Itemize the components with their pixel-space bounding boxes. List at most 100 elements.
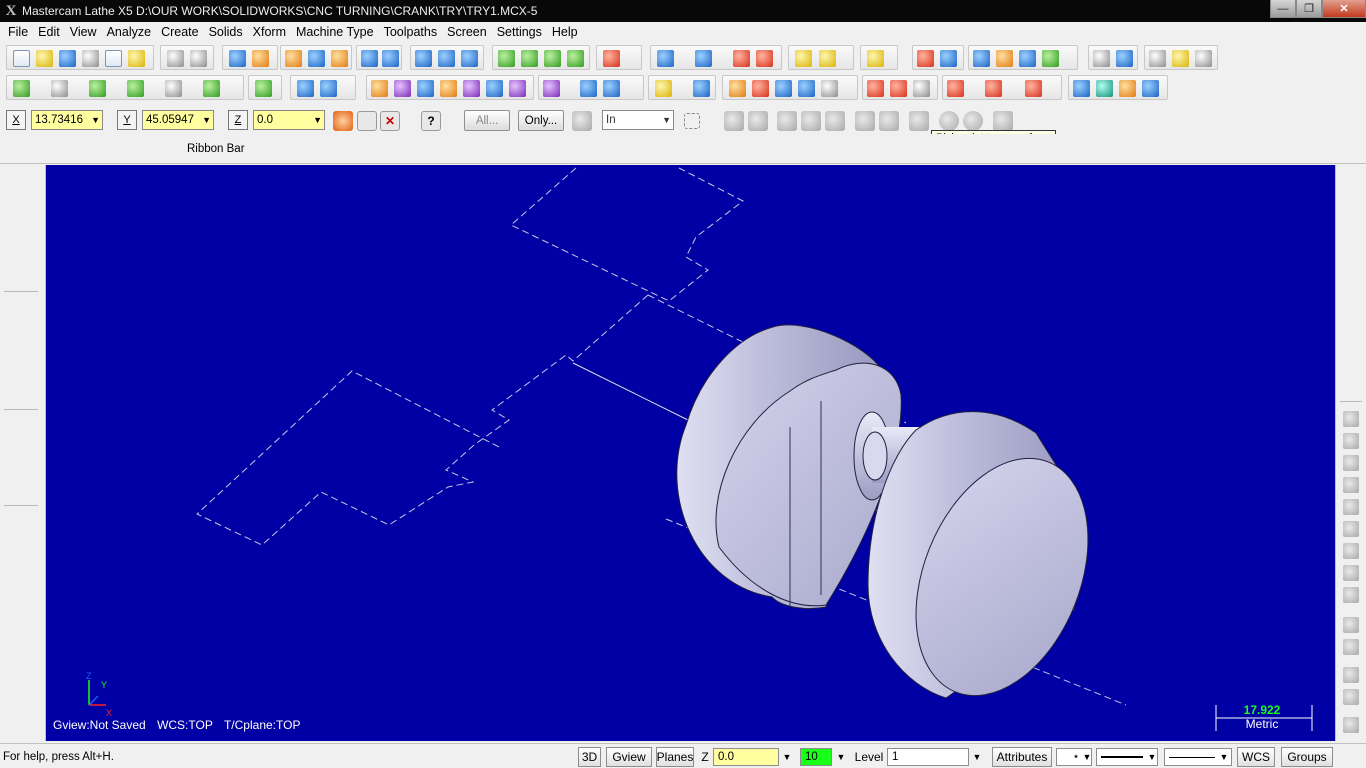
fillet-solid-icon[interactable] xyxy=(6,269,22,285)
move-face-icon[interactable] xyxy=(6,461,22,477)
print-icon[interactable] xyxy=(82,50,99,67)
backplot-icon[interactable] xyxy=(996,50,1013,67)
extrude-icon[interactable] xyxy=(6,181,22,197)
ruler-icon[interactable] xyxy=(819,50,836,67)
z-lock-button[interactable]: Z xyxy=(228,110,248,130)
solid-layout-icon[interactable] xyxy=(6,483,22,499)
crank-disc-solid[interactable] xyxy=(867,411,1121,722)
fast-point-icon[interactable] xyxy=(357,111,377,131)
groups-button[interactable]: Groups xyxy=(1281,747,1333,767)
sphere-icon[interactable] xyxy=(695,50,712,67)
note-icon[interactable] xyxy=(693,80,710,97)
trophy-icon[interactable] xyxy=(128,50,145,67)
point-icon[interactable] xyxy=(13,80,30,97)
gview-button[interactable]: Gview xyxy=(606,747,652,767)
operation-9-icon[interactable] xyxy=(1343,587,1359,603)
close-button[interactable]: ✕ xyxy=(1322,0,1366,18)
menu-create[interactable]: Create xyxy=(156,22,204,42)
fillet-icon[interactable] xyxy=(127,80,144,97)
compass-icon[interactable] xyxy=(1142,80,1159,97)
attributes-button[interactable]: Attributes xyxy=(992,747,1052,767)
level-input[interactable]: 1 xyxy=(887,748,969,766)
verify-icon[interactable] xyxy=(1073,80,1090,97)
hidden-cube-icon[interactable] xyxy=(521,50,538,67)
stock-icon[interactable] xyxy=(867,80,884,97)
menu-machine-type[interactable]: Machine Type xyxy=(291,22,379,42)
operation-1-icon[interactable] xyxy=(1343,411,1359,427)
measure-icon[interactable] xyxy=(1343,289,1359,305)
circle-icon[interactable] xyxy=(89,80,106,97)
pencil-icon[interactable] xyxy=(795,50,812,67)
post-icon[interactable] xyxy=(1119,80,1136,97)
tool-icon[interactable] xyxy=(867,50,884,67)
view-front-icon[interactable] xyxy=(438,50,455,67)
open-file-icon[interactable] xyxy=(36,50,53,67)
operation-5-icon[interactable] xyxy=(1343,499,1359,515)
solid-back-icon[interactable] xyxy=(825,111,845,131)
trim-icon[interactable] xyxy=(297,80,314,97)
fit-icon[interactable] xyxy=(285,50,302,67)
monitor-icon[interactable] xyxy=(1116,50,1133,67)
remove-faces-icon[interactable] xyxy=(6,439,22,455)
check-icon[interactable] xyxy=(909,111,929,131)
lathe-tool-icon[interactable] xyxy=(1149,50,1166,67)
select-all-button[interactable]: All... xyxy=(464,110,510,131)
print-preview-icon[interactable] xyxy=(105,50,122,67)
operation-12-icon[interactable] xyxy=(1343,667,1359,683)
boolean-add-icon[interactable] xyxy=(6,321,22,337)
y-lock-button[interactable]: Y xyxy=(117,110,137,130)
revolve-icon[interactable] xyxy=(6,203,22,219)
ok-icon[interactable] xyxy=(963,111,983,131)
operation-2-icon[interactable] xyxy=(1343,433,1359,449)
selection-settings-icon[interactable] xyxy=(572,111,592,131)
verify-selection-icon[interactable] xyxy=(855,111,875,131)
operation-13-icon[interactable] xyxy=(1343,689,1359,705)
repaint-icon[interactable] xyxy=(252,50,269,67)
simulate-icon[interactable] xyxy=(1096,80,1113,97)
viewport-canvas[interactable]: Z Y X xyxy=(46,165,1335,741)
stretch-icon[interactable] xyxy=(543,80,560,97)
rough-icon[interactable] xyxy=(947,80,964,97)
cancel-icon[interactable] xyxy=(939,111,959,131)
operation-8-icon[interactable] xyxy=(1343,565,1359,581)
tip-icon[interactable] xyxy=(1172,50,1189,67)
menu-file[interactable]: File xyxy=(3,22,33,42)
operation-10-icon[interactable] xyxy=(1343,617,1359,633)
shaded-icon[interactable] xyxy=(1343,333,1359,349)
globe-icon[interactable] xyxy=(657,50,674,67)
drill-icon[interactable] xyxy=(1025,80,1042,97)
menu-edit[interactable]: Edit xyxy=(33,22,65,42)
operations-icon[interactable] xyxy=(1042,50,1059,67)
menu-xform[interactable]: Xform xyxy=(248,22,291,42)
dimension-icon[interactable] xyxy=(655,80,672,97)
red-sphere-icon[interactable] xyxy=(1343,355,1359,371)
autocursor-icon[interactable] xyxy=(333,111,353,131)
toolpath-icon[interactable] xyxy=(973,50,990,67)
rectangle-icon[interactable] xyxy=(165,80,182,97)
graphics-viewport[interactable]: Z Y X Gview:Not Saved WCS:TOP T/Cplane:T… xyxy=(46,165,1335,741)
chevron-down-icon[interactable]: ▼ xyxy=(780,748,794,766)
chamfer-icon[interactable] xyxy=(6,343,22,359)
zoom-window-icon[interactable] xyxy=(308,50,325,67)
arc-icon[interactable] xyxy=(775,80,792,97)
color-cube-icon[interactable] xyxy=(6,535,22,551)
mirror-icon[interactable] xyxy=(394,80,411,97)
redo-icon[interactable] xyxy=(190,50,207,67)
break-icon[interactable] xyxy=(320,80,337,97)
thicken-icon[interactable] xyxy=(6,387,22,403)
grid-view-icon[interactable] xyxy=(6,513,22,529)
roll-icon[interactable] xyxy=(603,80,620,97)
chain-icon[interactable] xyxy=(940,50,957,67)
x-lock-button[interactable]: X xyxy=(6,110,26,130)
zoom-target-icon[interactable] xyxy=(331,50,348,67)
finish-icon[interactable] xyxy=(985,80,1002,97)
eraser-icon[interactable] xyxy=(733,50,750,67)
loft-icon[interactable] xyxy=(6,247,22,263)
operation-14-icon[interactable] xyxy=(1343,717,1359,733)
3d-button[interactable]: 3D xyxy=(578,747,601,767)
operation-6-icon[interactable] xyxy=(1343,521,1359,537)
shaded-cube-icon[interactable] xyxy=(544,50,561,67)
wireframe-cube-icon[interactable] xyxy=(498,50,515,67)
operation-4-icon[interactable] xyxy=(1343,477,1359,493)
stack-icon[interactable] xyxy=(1195,50,1212,67)
